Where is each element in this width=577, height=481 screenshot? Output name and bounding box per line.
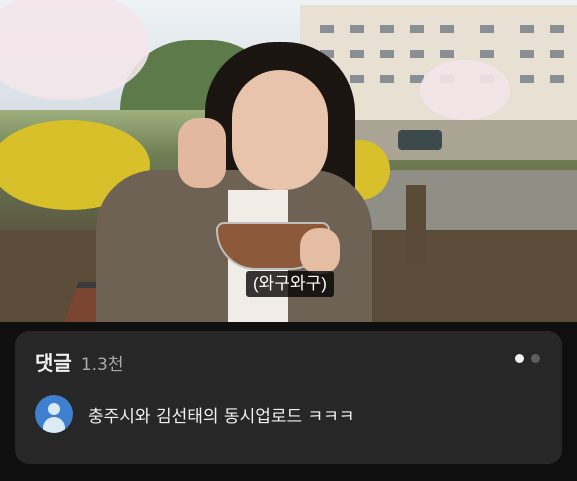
person-hand-fork [178,118,226,188]
wooden-post [406,185,426,265]
comment-text: 충주시와 김선태의 동시업로드 ㅋㅋㅋ [88,406,355,427]
garden-lamp [398,130,442,150]
page-dot-active [515,354,524,363]
comments-title: 댓글 [35,351,72,375]
video-player[interactable]: (와구와구) [0,0,577,322]
top-comment[interactable]: 충주시와 김선태의 동시업로드 ㅋㅋㅋ [35,395,354,433]
comments-card[interactable]: 댓글 1.3천 충주시와 김선태의 동시업로드 ㅋㅋㅋ [15,331,562,464]
video-caption: (와구와구) [246,271,334,297]
cherry-blossom-tree [420,60,510,120]
comments-count: 1.3천 [80,355,124,375]
person-hand-bowl [300,228,340,274]
person-face [232,70,328,190]
person-icon [35,395,73,433]
comments-header: 댓글 1.3천 [35,347,124,376]
page-dot [531,354,540,363]
page-indicator [515,354,540,363]
